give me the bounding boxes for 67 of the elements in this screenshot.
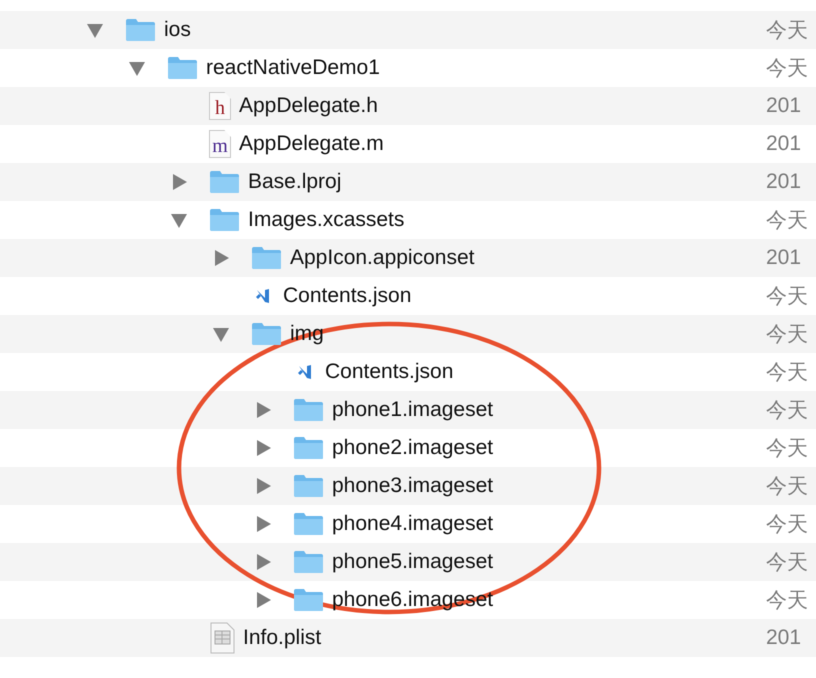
disclosure-triangle-icon[interactable] [128,59,146,77]
folder-icon [209,170,240,194]
plist-file-icon [209,622,235,654]
date-modified: 201 [766,94,802,118]
date-modified: 今天 [766,56,809,82]
date-modified: 今天 [766,360,809,386]
disclosure-triangle-icon[interactable] [86,21,104,39]
disclosure-triangle-icon[interactable] [254,401,272,419]
folder-icon [293,550,324,574]
folder-icon [209,208,240,232]
file-name: AppIcon.appiconset [290,246,474,270]
folder-icon [167,56,198,80]
folder-icon [293,474,324,498]
disclosure-triangle-icon[interactable] [254,439,272,457]
date-modified: 今天 [766,398,809,424]
folder-icon [293,436,324,460]
date-modified: 201 [766,626,802,650]
date-modified: 今天 [766,18,809,44]
file-name: phone3.imageset [332,474,494,498]
file-row[interactable]: phone3.imageset 今天 [0,467,816,505]
date-modified: 201 [766,170,802,194]
file-row[interactable]: phone1.imageset 今天 [0,391,816,429]
date-modified: 今天 [766,284,809,310]
file-name: reactNativeDemo1 [206,56,380,80]
file-name: phone2.imageset [332,436,494,460]
folder-icon [251,246,282,270]
date-modified: 今天 [766,436,809,462]
file-row[interactable]: Base.lproj 201 [0,163,816,201]
date-modified: 今天 [766,208,809,234]
file-row[interactable]: Info.plist 201 [0,619,816,657]
file-row[interactable]: AppIcon.appiconset 201 [0,239,816,277]
disclosure-triangle-icon[interactable] [212,249,230,267]
folder-icon [293,512,324,536]
file-name: AppDelegate.h [239,94,378,118]
file-row[interactable]: phone5.imageset 今天 [0,543,816,581]
date-modified: 今天 [766,322,809,348]
folder-icon [293,588,324,612]
source-file-icon: h [209,92,231,120]
disclosure-triangle-icon[interactable] [212,325,230,343]
date-modified: 201 [766,246,802,270]
disclosure-triangle-icon[interactable] [170,211,188,229]
file-name: AppDelegate.m [239,132,384,156]
date-modified: 今天 [766,588,809,614]
file-name: Base.lproj [248,170,342,194]
disclosure-triangle-icon[interactable] [254,553,272,571]
folder-icon [125,18,156,42]
date-modified: 今天 [766,550,809,576]
date-modified: 今天 [766,474,809,500]
source-file-icon: m [209,130,231,158]
disclosure-triangle-icon[interactable] [254,477,272,495]
date-modified: 今天 [766,512,809,538]
folder-icon [251,322,282,346]
file-name: phone5.imageset [332,550,494,574]
file-name: Contents.json [325,360,454,384]
file-name: phone4.imageset [332,512,494,536]
file-name: phone1.imageset [332,398,494,422]
folder-icon [293,398,324,422]
disclosure-triangle-icon[interactable] [170,173,188,191]
file-name: Info.plist [243,626,322,650]
file-name: Contents.json [283,284,412,308]
file-row[interactable]: ios 今天 [0,11,816,49]
disclosure-triangle-icon[interactable] [254,591,272,609]
disclosure-triangle-icon[interactable] [254,515,272,533]
date-modified: 201 [766,132,802,156]
file-name: Images.xcassets [248,208,404,232]
file-row[interactable]: h AppDelegate.h 201 [0,87,816,125]
file-name: ios [164,18,191,42]
